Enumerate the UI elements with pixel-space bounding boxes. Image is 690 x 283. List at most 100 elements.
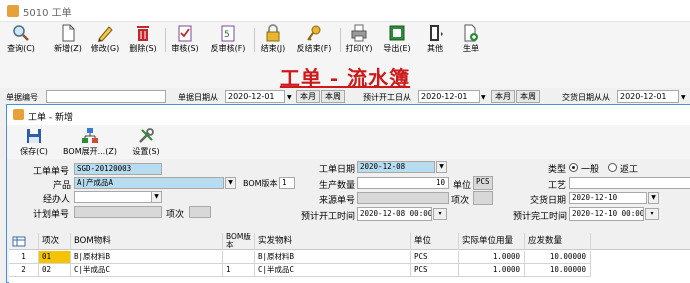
col-header-actual-item[interactable]: 实发物料	[255, 233, 411, 250]
col-header-seq[interactable]: 项次	[39, 233, 71, 250]
dialog-toolbar: 保存(C) BOM展开...(Z) 设置(S)	[7, 125, 690, 159]
toolbar-separator	[340, 28, 341, 52]
tools-icon	[137, 127, 155, 145]
bom-expand-button[interactable]: BOM展开...(Z)	[60, 126, 120, 160]
edit-button[interactable]: 修改(G)	[88, 23, 122, 57]
this-month-button[interactable]: 本月	[296, 90, 320, 103]
source-no-label: 来源单号	[319, 196, 356, 206]
handler-label: 经办人	[43, 195, 71, 205]
chevron-down-icon[interactable]: ▼	[287, 92, 292, 101]
generate-document-icon	[462, 24, 480, 42]
product-input[interactable]: A|产成品A	[74, 177, 224, 189]
grid-cell-unit-qty[interactable]: 1.0000	[459, 264, 525, 277]
grid-cell-actual-item[interactable]: C|半成品C	[255, 264, 411, 277]
chevron-down-icon[interactable]: ▼	[481, 92, 486, 101]
col-header-unit-qty[interactable]: 实际单位用量	[459, 233, 525, 250]
this-week-button[interactable]: 本周	[516, 90, 540, 103]
unaudit-button[interactable]: 5 反审核(F)	[206, 23, 250, 57]
product-label: 产品	[53, 181, 72, 191]
chevron-down-icon[interactable]: ▼	[151, 191, 162, 203]
generate-order-button[interactable]: 生单	[456, 23, 486, 57]
doc-date-input[interactable]: 2020-12-01	[225, 90, 285, 103]
bom-version-label: BOM版本	[243, 179, 278, 188]
close-order-button[interactable]: 结束(J)	[256, 23, 290, 57]
window-title: 5010 工单	[23, 8, 72, 19]
col-header-bom-version[interactable]: BOM版本	[223, 233, 255, 250]
grid-cell-actual-item[interactable]: B|原材料B	[255, 251, 411, 264]
order-date-label: 工单日期	[319, 165, 356, 175]
qty-input[interactable]: 10	[357, 177, 449, 189]
plan-start-time-input[interactable]: 2020-12-08 00:00	[357, 207, 432, 221]
magnifier-icon	[12, 24, 30, 42]
plan-start-time-label: 预计开工时间	[301, 212, 356, 222]
grid-cell-seq[interactable]: 02	[39, 264, 71, 277]
bom-version-input[interactable]: 1	[279, 177, 295, 189]
col-header-unit[interactable]: 单位	[411, 233, 459, 250]
calendar-dropdown-icon[interactable]: ▾	[433, 208, 447, 220]
chevron-down-icon[interactable]: ▼	[648, 192, 659, 204]
col-header-issue-qty[interactable]: 应发数量	[525, 233, 591, 250]
process-input[interactable]	[569, 177, 690, 189]
this-month-button[interactable]: 本月	[491, 90, 515, 103]
order-date-input[interactable]: 2020-12-08	[357, 161, 435, 173]
plan-start-input[interactable]: 2020-12-01	[418, 90, 480, 103]
grid-cell-bom-item[interactable]: B|原材料B	[71, 251, 223, 264]
export-sheet-icon	[388, 24, 406, 42]
audit-button[interactable]: 审核(S)	[168, 23, 202, 57]
source-item-input[interactable]	[473, 191, 493, 205]
grid-cell-unit[interactable]: PCS	[411, 251, 459, 264]
new-order-dialog: 工单 - 新增 保存(C) BOM展开...(Z) 设置(S) 工单单号 SGD…	[6, 104, 690, 283]
plan-end-time-input[interactable]: 2020-12-10 00:00	[569, 207, 644, 221]
type-label: 类型	[548, 165, 567, 175]
grid-cell-issue-qty[interactable]: 10.00000	[525, 251, 591, 264]
delete-button[interactable]: 删除(S)	[126, 23, 160, 57]
source-no-input[interactable]	[357, 192, 449, 204]
grid-cell-bom-version[interactable]	[223, 251, 255, 264]
order-no-input[interactable]: SGD-20120003	[74, 163, 162, 175]
this-week-button[interactable]: 本周	[321, 90, 345, 103]
new-button[interactable]: 新增(Z)	[51, 23, 85, 57]
svg-text:5: 5	[224, 30, 230, 40]
source-item-label: 项次	[451, 196, 470, 206]
due-date-label: 交货日期从从	[562, 93, 610, 102]
col-header-bom-item[interactable]: BOM物料	[71, 233, 223, 250]
grid-cell-bom-item[interactable]: C|半成品C	[71, 264, 223, 277]
dialog-titlebar: 工单 - 新增	[7, 105, 690, 125]
due-date-input[interactable]: 2020-12-01	[617, 90, 679, 103]
qty-label: 生产数量	[319, 181, 356, 191]
unit-input[interactable]: PCS	[473, 176, 493, 190]
plan-no-input[interactable]	[74, 206, 162, 218]
calendar-dropdown-icon[interactable]: ▾	[645, 208, 659, 220]
due-date-input[interactable]: 2020-12-10	[569, 192, 647, 204]
audit-checklist-icon	[176, 24, 194, 42]
trash-icon	[134, 24, 152, 42]
doc-no-input[interactable]	[46, 90, 166, 103]
grid-cell-issue-qty[interactable]: 10.00000	[525, 264, 591, 277]
grid-cell-unit-qty[interactable]: 1.0000	[459, 251, 525, 264]
plan-item-input[interactable]	[189, 206, 211, 218]
chevron-down-icon[interactable]: ▼	[225, 177, 236, 189]
unaudit-document-icon: 5	[219, 24, 237, 42]
grid-cell-seq[interactable]: 01	[39, 251, 71, 264]
grid-cell-unit[interactable]: PCS	[411, 264, 459, 277]
save-button[interactable]: 保存(C)	[17, 126, 51, 160]
grid-table-icon	[12, 236, 26, 247]
chevron-down-icon[interactable]: ▼	[681, 92, 686, 101]
process-label: 工艺	[548, 181, 567, 191]
type-rework-label: 返工	[620, 165, 639, 175]
type-rework-radio[interactable]	[608, 163, 617, 172]
toolbar-separator	[254, 28, 255, 52]
chevron-down-icon[interactable]: ▼	[436, 161, 447, 173]
settings-button[interactable]: 设置(S)	[129, 126, 163, 160]
other-button[interactable]: 其他	[420, 23, 450, 57]
export-button[interactable]: 导出(E)	[380, 23, 414, 57]
type-general-radio[interactable]	[569, 163, 578, 172]
unclose-order-button[interactable]: 反结束(F)	[293, 23, 335, 57]
grid-cell-bom-version[interactable]: 1	[223, 264, 255, 277]
print-button[interactable]: 打印(Y)	[342, 23, 376, 57]
doc-date-label: 单据日期从	[178, 93, 218, 102]
grid-corner-button[interactable]	[9, 233, 39, 250]
handler-input[interactable]	[74, 191, 162, 203]
query-button[interactable]: 查询(C)	[3, 23, 39, 57]
plan-end-time-label: 预计完工时间	[513, 212, 568, 222]
